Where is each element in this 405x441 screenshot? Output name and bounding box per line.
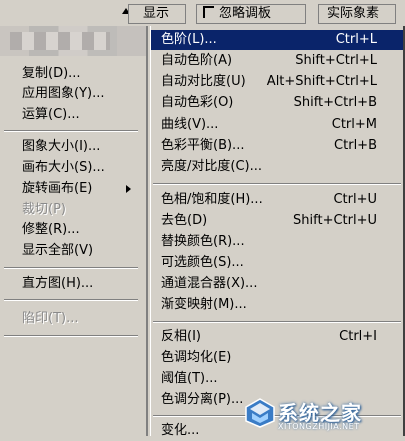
submenu-item-equalize[interactable]: 色调均化(E) <box>151 348 403 368</box>
submenu-item-label: 可选颜色(S)... <box>161 255 244 270</box>
menu-item-label: 画布大小(S)... <box>22 160 105 175</box>
submenu-item-shortcut: Shift+Ctrl+B <box>293 95 377 110</box>
submenu-item-label: 自动对比度(U) <box>161 74 246 89</box>
submenu-item-invert[interactable]: 反相(I) Ctrl+I <box>151 327 403 347</box>
submenu-item-shortcut: Shift+Ctrl+L <box>295 53 377 68</box>
menu-item-label: 裁切(P) <box>22 202 66 217</box>
submenu-item-threshold[interactable]: 阈值(T)... <box>151 369 403 389</box>
submenu-item-auto-color[interactable]: 自动色彩(O) Shift+Ctrl+B <box>151 93 403 113</box>
menu-item-label: 显示全部(V) <box>22 243 94 258</box>
submenu-item-auto-levels[interactable]: 自动色阶(A) Shift+Ctrl+L <box>151 51 403 71</box>
submenu-item-label: 曲线(V)... <box>161 117 219 132</box>
adjustments-submenu: 色阶(L)... Ctrl+L 自动色阶(A) Shift+Ctrl+L 自动对比度… <box>150 26 405 438</box>
menu-item-canvas-size[interactable]: 画布大小(S)... <box>22 158 105 178</box>
checkbox-icon <box>203 6 214 18</box>
submenu-item-label: 亮度/对比度(C)... <box>161 159 262 174</box>
submenu-item-shortcut: Ctrl+L <box>335 32 377 47</box>
submenu-arrow-icon <box>126 185 131 193</box>
actual-pixels-button[interactable]: 实际象素 <box>318 4 396 24</box>
submenu-item-gradient-map[interactable]: 渐变映射(M)... <box>151 295 403 315</box>
submenu-item-levels[interactable]: 色阶(L)... Ctrl+L <box>151 30 403 50</box>
submenu-separator <box>153 321 401 323</box>
submenu-item-selective-color[interactable]: 可选颜色(S)... <box>151 253 403 273</box>
submenu-item-label: 自动色彩(O) <box>161 95 234 110</box>
submenu-item-shortcut: Ctrl+U <box>333 192 377 207</box>
submenu-item-brightness-contrast[interactable]: 亮度/对比度(C)... <box>151 157 403 177</box>
menu-separator <box>4 335 138 337</box>
blurred-menu-header <box>0 26 146 56</box>
menu-item-trim[interactable]: 修整(R)... <box>22 220 80 240</box>
menu-separator <box>4 299 138 301</box>
submenu-item-auto-contrast[interactable]: 自动对比度(U) Alt+Shift+Ctrl+L <box>151 72 403 92</box>
ignore-palettes-checkbox[interactable]: 忽略调板 <box>196 4 306 24</box>
menu-item-reveal-all[interactable]: 显示全部(V) <box>22 241 93 261</box>
submenu-item-label: 自动色阶(A) <box>161 53 233 68</box>
submenu-item-color-balance[interactable]: 色彩平衡(B)... Ctrl+B <box>151 136 403 156</box>
submenu-item-label: 替换颜色(R)... <box>161 234 245 249</box>
menu-item-duplicate[interactable]: 复制(D)... <box>22 64 81 84</box>
show-button[interactable]: 显示 <box>128 4 186 24</box>
ignore-palettes-label: 忽略调板 <box>219 6 272 21</box>
menu-item-histogram[interactable]: 直方图(H)... <box>22 274 93 294</box>
menu-item-label: 应用图象(Y)... <box>22 86 105 101</box>
menu-item-crop: 裁切(P) <box>22 200 66 220</box>
submenu-item-shortcut: Ctrl+B <box>334 138 377 153</box>
watermark-url: XITONGZHIJIA.NET <box>278 422 360 431</box>
submenu-item-shortcut: Ctrl+I <box>339 329 377 344</box>
submenu-item-label: 色阶(L)... <box>161 32 217 47</box>
submenu-item-label: 去色(D) <box>161 213 208 228</box>
menu-item-label: 运算(C)... <box>22 107 80 122</box>
menu-item-trap: 陷印(T)... <box>22 309 78 329</box>
submenu-item-label: 渐变映射(M)... <box>161 297 247 312</box>
menu-item-label: 图象大小(I)... <box>22 139 101 154</box>
menu-item-label: 陷印(T)... <box>22 311 79 326</box>
menu-item-image-size[interactable]: 图象大小(I)... <box>22 137 100 157</box>
submenu-separator <box>153 183 401 185</box>
menu-item-label: 直方图(H)... <box>22 276 94 291</box>
submenu-item-label: 色调均化(E) <box>161 350 232 365</box>
watermark: 系统之家 XITONGZHIJIA.NET <box>244 395 404 435</box>
menu-item-label: 旋转画布(E) <box>22 181 93 196</box>
submenu-item-label: 通道混合器(X)... <box>161 276 258 291</box>
submenu-item-shortcut: Ctrl+M <box>331 117 377 132</box>
menu-item-calculations[interactable]: 运算(C)... <box>22 105 80 125</box>
submenu-item-replace-color[interactable]: 替换颜色(R)... <box>151 232 403 252</box>
menu-item-label: 修整(R)... <box>22 222 80 237</box>
actual-pixels-label: 实际象素 <box>327 6 380 21</box>
menu-separator <box>4 130 138 132</box>
menu-item-apply-image[interactable]: 应用图象(Y)... <box>22 84 104 104</box>
submenu-item-label: 变化... <box>161 423 200 438</box>
submenu-item-label: 色调分离(P)... <box>161 392 244 407</box>
submenu-item-shortcut: Alt+Shift+Ctrl+L <box>266 74 377 89</box>
watermark-logo-icon <box>245 398 275 428</box>
submenu-item-shortcut: Shift+Ctrl+U <box>293 213 377 228</box>
menu-separator <box>4 267 138 269</box>
submenu-item-label: 色彩平衡(B)... <box>161 138 245 153</box>
submenu-item-label: 反相(I) <box>161 329 201 344</box>
image-menu: 复制(D)... 应用图象(Y)... 运算(C)... 图象大小(I)... … <box>0 26 148 436</box>
submenu-item-desaturate[interactable]: 去色(D) Shift+Ctrl+U <box>151 211 403 231</box>
submenu-item-label: 色相/饱和度(H)... <box>161 192 263 207</box>
submenu-item-hue-saturation[interactable]: 色相/饱和度(H)... Ctrl+U <box>151 190 403 210</box>
show-button-label: 显示 <box>143 6 170 21</box>
submenu-item-curves[interactable]: 曲线(V)... Ctrl+M <box>151 115 403 135</box>
menu-item-label: 复制(D)... <box>22 66 81 81</box>
submenu-item-channel-mixer[interactable]: 通道混合器(X)... <box>151 274 403 294</box>
menu-item-rotate-canvas[interactable]: 旋转画布(E) <box>22 179 92 199</box>
submenu-item-label: 阈值(T)... <box>161 371 218 386</box>
